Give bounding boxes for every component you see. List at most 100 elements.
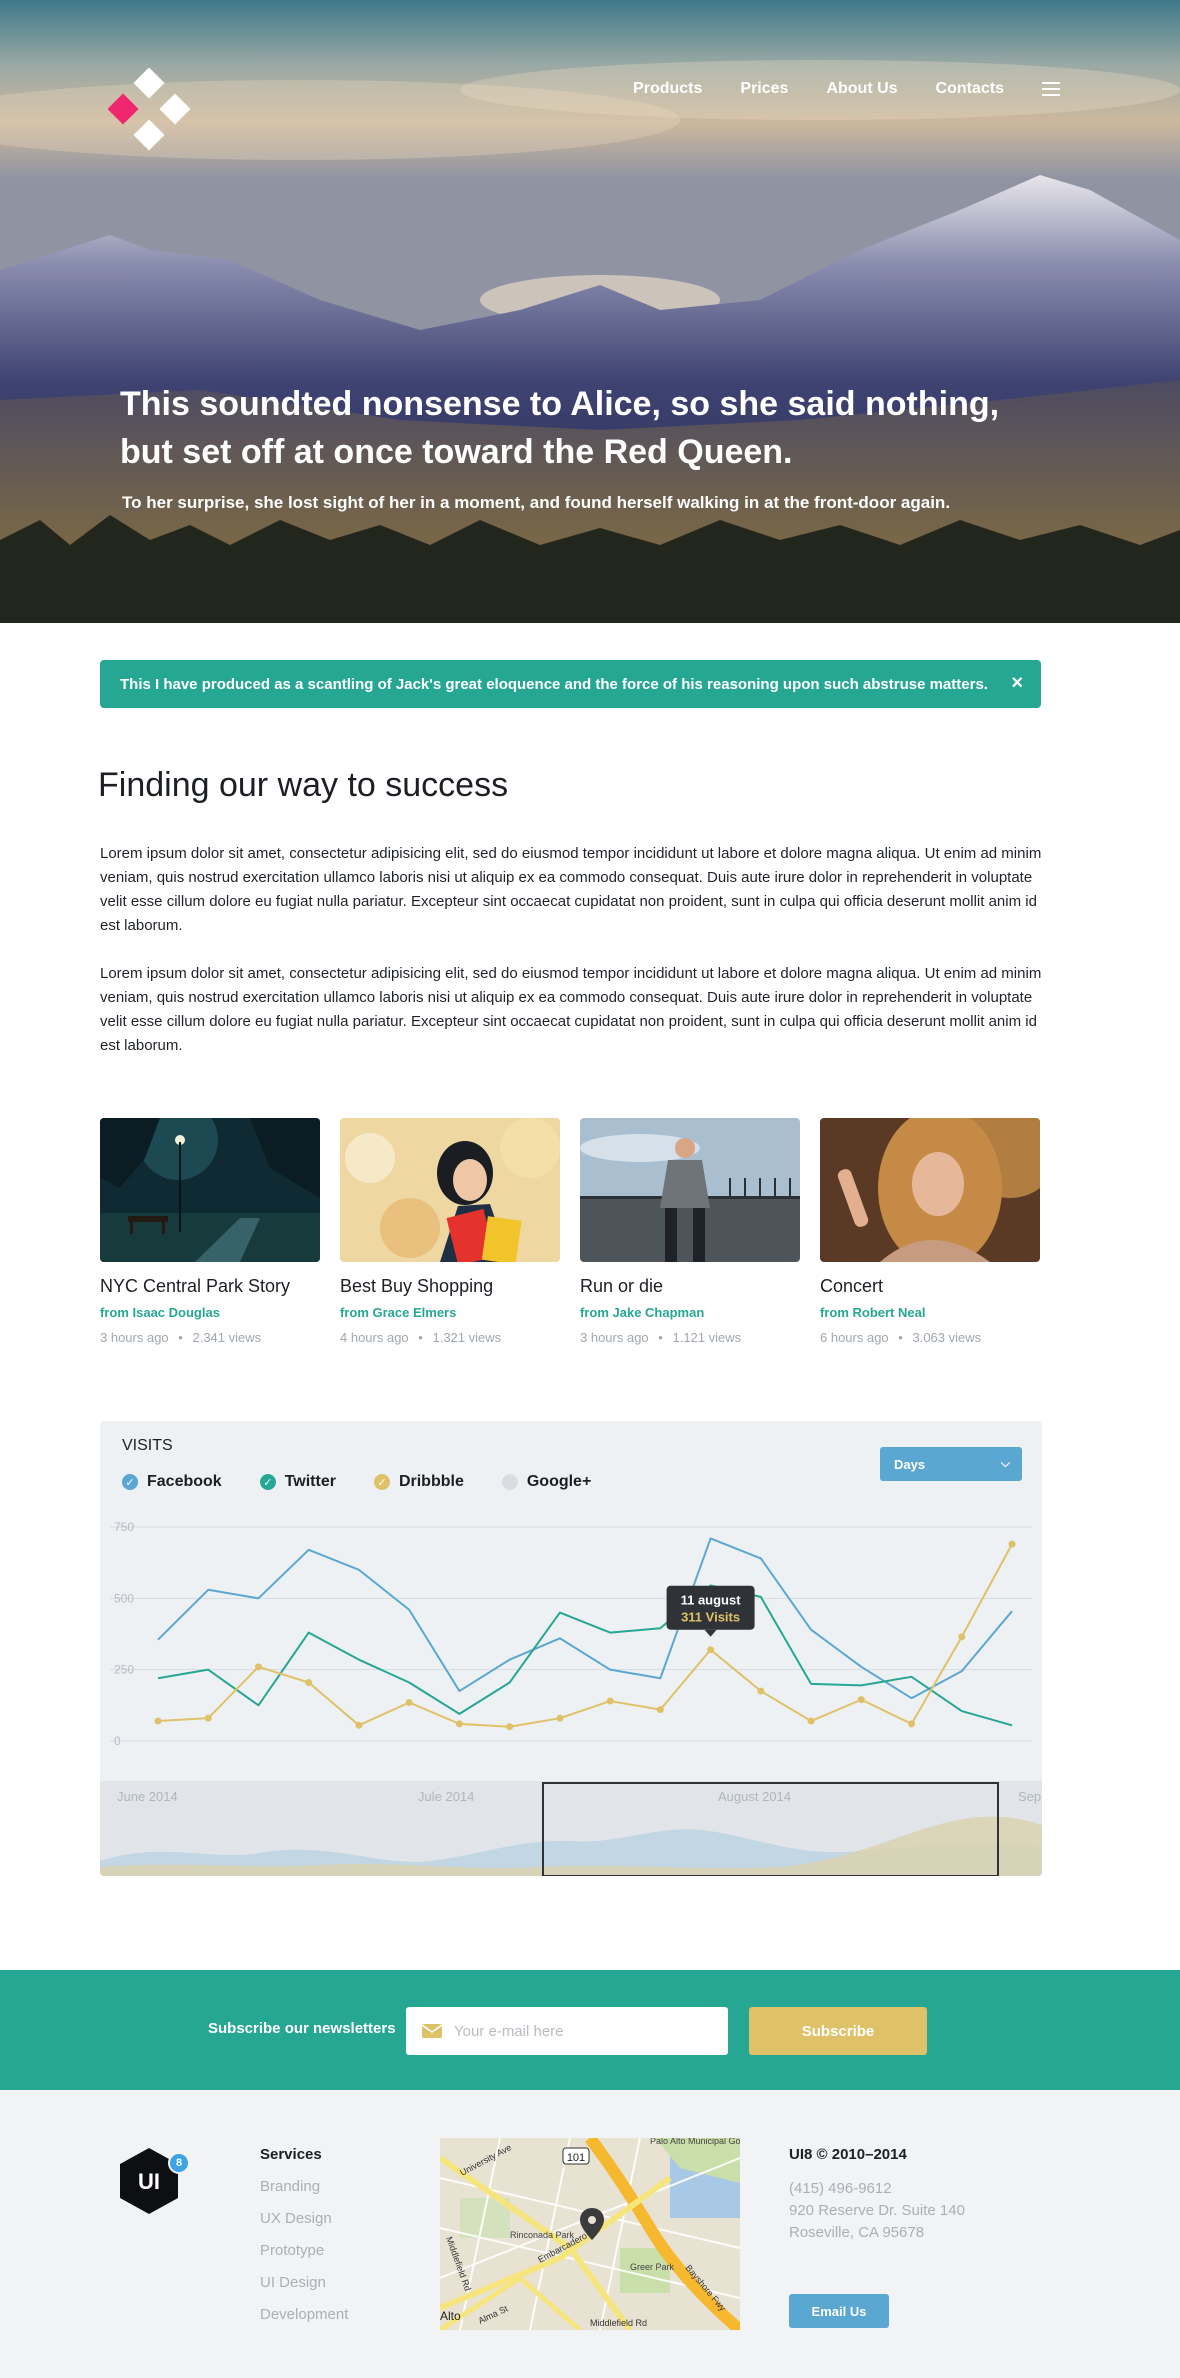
nav-contacts[interactable]: Contacts (936, 80, 1004, 98)
data-point[interactable] (606, 1697, 614, 1705)
newsletter-bar: Subscribe our newsletters Subscribe (0, 1970, 1180, 2090)
service-link-development[interactable]: Development (260, 2306, 348, 2323)
data-point[interactable] (757, 1687, 765, 1695)
envelope-icon (422, 2024, 442, 2038)
park-night-image[interactable] (100, 1118, 320, 1262)
card-title[interactable]: Run or die (580, 1276, 800, 1297)
card-time: 3 hours ago (580, 1330, 649, 1345)
card-title[interactable]: Concert (820, 1276, 1040, 1297)
email-us-button[interactable]: Email Us (789, 2294, 889, 2328)
hero-section: Products Prices About Us Contacts This s… (0, 0, 1180, 623)
brand-logo[interactable] (108, 68, 192, 152)
nav-prices[interactable]: Prices (740, 80, 788, 98)
card-views: 2.341 views (192, 1330, 262, 1345)
data-point[interactable] (355, 1721, 363, 1729)
range-label: August 2014 (718, 1789, 791, 1804)
nav-about-us[interactable]: About Us (826, 80, 897, 98)
data-point[interactable] (1008, 1540, 1016, 1548)
visits-line-chart[interactable]: 0 250 500 750 11 august 311 Visits June 2014 Ju… (100, 1421, 1042, 1876)
card-author[interactable]: from Robert Neal (820, 1305, 1040, 1320)
info-alert: This I have produced as a scantling of J… (100, 660, 1041, 708)
story-card[interactable]: Run or die from Jake Chapman 3 hours ago… (580, 1118, 800, 1345)
card-meta: 4 hours ago • 1.321 views (340, 1330, 560, 1345)
card-views: 1.321 views (432, 1330, 502, 1345)
main-nav: Products Prices About Us Contacts (595, 80, 1060, 98)
data-point[interactable] (857, 1696, 865, 1704)
meta-separator: • (178, 1330, 183, 1345)
services-title: Services (260, 2146, 322, 2163)
card-meta: 3 hours ago • 1.121 views (580, 1330, 800, 1345)
range-label: Sep (1018, 1789, 1041, 1804)
email-field-wrapper[interactable] (406, 2007, 728, 2055)
data-point[interactable] (908, 1720, 916, 1728)
series-line-facebook[interactable] (157, 1537, 1013, 1700)
data-point[interactable] (254, 1663, 262, 1671)
meta-separator: • (898, 1330, 903, 1345)
card-views: 3.063 views (912, 1330, 982, 1345)
data-point[interactable] (506, 1723, 514, 1731)
card-time: 6 hours ago (820, 1330, 889, 1345)
data-point[interactable] (305, 1679, 313, 1687)
data-point[interactable] (556, 1714, 564, 1722)
nav-products[interactable]: Products (633, 80, 702, 98)
y-tick-label: 250 (114, 1663, 134, 1677)
data-point[interactable] (405, 1698, 413, 1706)
location-map[interactable]: 101 Palo Alto Municipal Golf Course Univ… (440, 2138, 740, 2330)
phone-number[interactable]: (415) 496-9612 (789, 2180, 892, 2197)
card-meta: 6 hours ago • 3.063 views (820, 1330, 1040, 1345)
story-card[interactable]: Best Buy Shopping from Grace Elmers 4 ho… (340, 1118, 560, 1345)
service-link-branding[interactable]: Branding (260, 2178, 320, 2195)
card-title[interactable]: NYC Central Park Story (100, 1276, 320, 1297)
data-point[interactable] (958, 1633, 966, 1641)
card-author[interactable]: from Grace Elmers (340, 1305, 560, 1320)
address-line-2: Roseville, CA 95678 (789, 2224, 925, 2241)
meta-separator: • (418, 1330, 423, 1345)
hamburger-menu-icon[interactable] (1042, 82, 1060, 96)
map-label: Palo Alto Municipal Golf Course (650, 2138, 740, 2146)
map-label: Middlefield Rd (590, 2318, 647, 2328)
data-point[interactable] (807, 1717, 815, 1725)
y-tick-label: 750 (114, 1520, 134, 1534)
runner-image[interactable] (580, 1118, 800, 1262)
card-meta: 3 hours ago • 2.341 views (100, 1330, 320, 1345)
map-label: Alto (440, 2309, 461, 2323)
alert-text: This I have produced as a scantling of J… (120, 675, 988, 693)
concert-woman-image[interactable] (820, 1118, 1040, 1262)
hero-subtitle: To her surprise, she lost sight of her i… (122, 493, 951, 512)
data-point[interactable] (707, 1646, 715, 1654)
close-icon[interactable]: × (1011, 672, 1023, 694)
notification-badge: 8 (168, 2152, 190, 2174)
y-tick-label: 0 (114, 1734, 121, 1748)
card-time: 4 hours ago (340, 1330, 409, 1345)
article-paragraph: Lorem ipsum dolor sit amet, consectetur … (100, 845, 1042, 934)
shopping-woman-image[interactable] (340, 1118, 560, 1262)
address-line-1: 920 Reserve Dr. Suite 140 (789, 2202, 965, 2219)
story-cards: NYC Central Park Story from Isaac Dougla… (100, 1118, 1040, 1345)
data-point[interactable] (204, 1714, 212, 1722)
visits-chart-panel: VISITS ✓ Facebook ✓ Twitter ✓ Dribbble G… (100, 1421, 1042, 1876)
service-link-prototype[interactable]: Prototype (260, 2242, 324, 2259)
data-point[interactable] (455, 1720, 463, 1728)
copyright: UI8 © 2010–2014 (789, 2146, 907, 2163)
service-link-ux-design[interactable]: UX Design (260, 2210, 332, 2227)
map-label: Greer Park (630, 2262, 675, 2272)
story-card[interactable]: NYC Central Park Story from Isaac Dougla… (100, 1118, 320, 1345)
article-paragraph: Lorem ipsum dolor sit amet, consectetur … (100, 965, 1042, 1054)
subscribe-button[interactable]: Subscribe (749, 2007, 927, 2055)
card-views: 1.121 views (672, 1330, 742, 1345)
data-point[interactable] (154, 1717, 162, 1725)
data-point[interactable] (656, 1706, 664, 1714)
card-title[interactable]: Best Buy Shopping (340, 1276, 560, 1297)
footer: UI 8 Services Branding UX Design Prototy… (0, 2090, 1180, 2378)
series-line-twitter[interactable] (157, 1584, 1013, 1727)
email-input[interactable] (454, 2022, 704, 2040)
range-label: June 2014 (117, 1789, 178, 1804)
card-author[interactable]: from Jake Chapman (580, 1305, 800, 1320)
service-link-ui-design[interactable]: UI Design (260, 2274, 326, 2291)
y-tick-label: 500 (114, 1591, 134, 1605)
story-card[interactable]: Concert from Robert Neal 6 hours ago • 3… (820, 1118, 1040, 1345)
chart-tooltip: 11 august 311 Visits (666, 1585, 755, 1637)
card-author[interactable]: from Isaac Douglas (100, 1305, 320, 1320)
hero-headline: This soundted nonsense to Alice, so she … (120, 385, 1000, 471)
section-title: Finding our way to success (98, 766, 509, 804)
